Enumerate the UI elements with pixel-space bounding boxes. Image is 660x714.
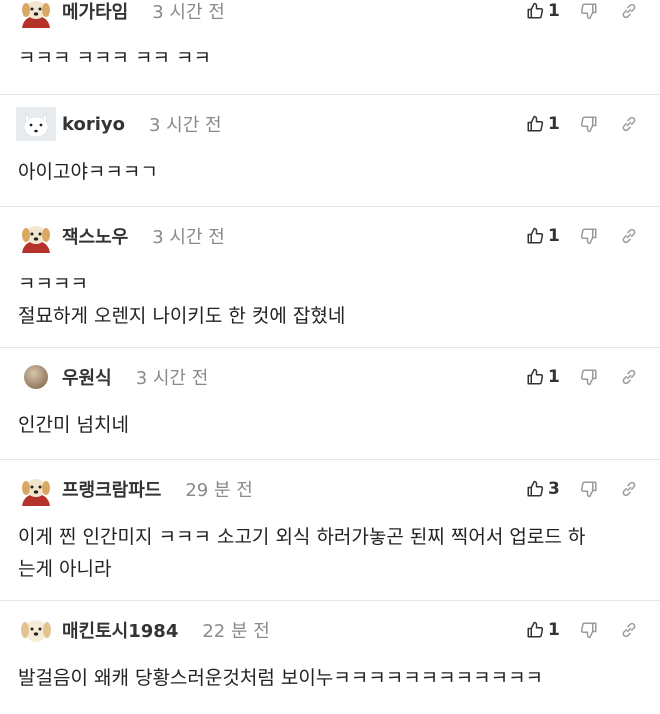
thumbs-down-icon xyxy=(580,228,597,245)
link-button[interactable] xyxy=(620,621,638,639)
comment-text: 아이고야ㅋㅋㅋㄱ xyxy=(18,161,158,183)
comment-item: 우원식 3 시간 전 1 인간미 넘치네 xyxy=(0,347,660,460)
comment-text: 절묘하게 오렌지 나이키도 한 컷에 잡혔네 xyxy=(18,305,346,327)
comment-author[interactable]: 매킨토시1984 xyxy=(62,617,178,643)
comment-author[interactable]: 프랭크람파드 xyxy=(62,476,161,502)
thumbs-up-icon xyxy=(527,115,544,132)
comment-author[interactable]: koriyo xyxy=(62,114,125,135)
dog-avatar[interactable] xyxy=(16,0,56,28)
round-avatar[interactable] xyxy=(16,360,56,394)
like-count: 3 xyxy=(548,479,560,499)
like-button[interactable]: 1 xyxy=(526,367,562,387)
like-button[interactable]: 1 xyxy=(526,226,562,246)
comment-time: 3 시간 전 xyxy=(152,227,225,248)
comment-text: 발걸음이 왜캐 당황스러운것처럼 보이누ㅋㅋㅋㅋㅋㅋㅋㅋㅋㅋㅋㅋ xyxy=(18,667,544,689)
link-icon xyxy=(622,3,636,19)
white-fox-avatar[interactable] xyxy=(16,107,56,141)
comment-text: 는게 아니라 xyxy=(18,558,112,580)
like-count: 1 xyxy=(548,114,560,134)
link-button[interactable] xyxy=(620,227,638,245)
thumbs-down-icon xyxy=(580,3,597,20)
dog-avatar[interactable] xyxy=(16,219,56,253)
thumbs-down-icon xyxy=(580,622,597,639)
comment-text: ㅋㅋㅋ ㅋㅋㅋ ㅋㅋ ㅋㅋ xyxy=(18,47,211,69)
comment-item: 매킨토시1984 22 분 전 1 발걸음이 왜캐 당황스러운것처럼 보이누ㅋㅋ… xyxy=(0,600,660,714)
dislike-button[interactable] xyxy=(580,115,598,133)
link-button[interactable] xyxy=(620,480,638,498)
like-button[interactable]: 3 xyxy=(526,479,562,499)
link-button[interactable] xyxy=(620,2,638,20)
link-button[interactable] xyxy=(620,115,638,133)
comment-item: 프랭크람파드 29 분 전 3 이게 찐 인간미지 ㅋㅋㅋ 소고기 외식 하러가… xyxy=(0,459,660,601)
comment-item: 잭스노우 3 시간 전 1 ㅋㅋㅋㅋ 절묘하게 오렌지 나이키도 한 컷에 잡혔… xyxy=(0,206,660,348)
link-icon xyxy=(622,369,636,385)
dog-avatar[interactable] xyxy=(16,472,56,506)
link-icon xyxy=(622,622,636,638)
dislike-button[interactable] xyxy=(580,227,598,245)
thumbs-down-icon xyxy=(580,116,597,133)
comment-time: 29 분 전 xyxy=(185,480,253,501)
puppy-avatar[interactable] xyxy=(16,613,56,647)
like-count: 1 xyxy=(548,226,560,246)
thumbs-up-icon xyxy=(527,621,544,638)
comment-text: ㅋㅋㅋㅋ xyxy=(18,273,88,295)
thumbs-down-icon xyxy=(580,369,597,386)
thumbs-up-icon xyxy=(527,227,544,244)
link-icon xyxy=(622,481,636,497)
thumbs-up-icon xyxy=(527,368,544,385)
comment-author[interactable]: 메가타임 xyxy=(62,0,128,24)
link-button[interactable] xyxy=(620,368,638,386)
dislike-button[interactable] xyxy=(580,480,598,498)
thumbs-up-icon xyxy=(527,480,544,497)
comment-time: 22 분 전 xyxy=(202,621,270,642)
comment-time: 3 시간 전 xyxy=(135,368,209,389)
thumbs-down-icon xyxy=(580,481,597,498)
link-icon xyxy=(622,116,636,132)
thumbs-up-icon xyxy=(527,2,544,19)
like-count: 1 xyxy=(548,1,560,21)
like-button[interactable]: 1 xyxy=(526,114,562,134)
link-icon xyxy=(622,228,636,244)
comment-time: 3 시간 전 xyxy=(152,2,225,23)
comment-author[interactable]: 잭스노우 xyxy=(62,223,128,249)
dislike-button[interactable] xyxy=(580,368,598,386)
comment-item: 메가타임 3 시간 전 1 ㅋㅋㅋ ㅋㅋㅋ ㅋㅋ ㅋㅋ xyxy=(0,0,660,95)
like-count: 1 xyxy=(548,367,560,387)
comment-time: 3 시간 전 xyxy=(149,115,222,136)
dislike-button[interactable] xyxy=(580,621,598,639)
like-button[interactable]: 1 xyxy=(526,1,562,21)
comment-author[interactable]: 우원식 xyxy=(62,364,112,390)
like-count: 1 xyxy=(548,620,560,640)
dislike-button[interactable] xyxy=(580,2,598,20)
like-button[interactable]: 1 xyxy=(526,620,562,640)
comment-item: koriyo 3 시간 전 1 아이고야ㅋㅋㅋㄱ xyxy=(0,94,660,207)
comment-text: 이게 찐 인간미지 ㅋㅋㅋ 소고기 외식 하러가놓곤 된찌 찍어서 업로드 하 xyxy=(18,526,586,548)
comment-text: 인간미 넘치네 xyxy=(18,414,129,436)
